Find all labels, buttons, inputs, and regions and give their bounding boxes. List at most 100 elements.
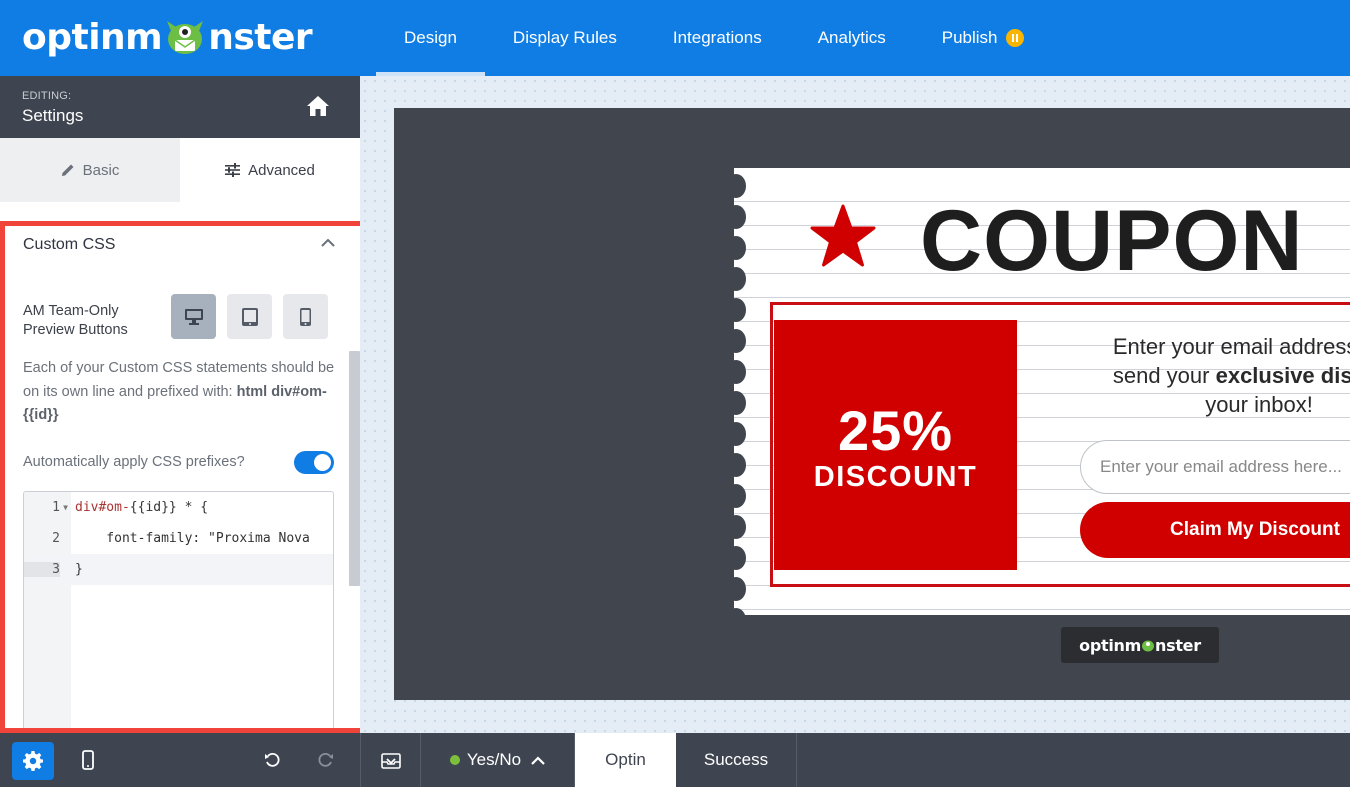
coupon-card[interactable]: COUPON 25% DISCOUNT Enter your email add… xyxy=(734,168,1350,615)
section-title: Custom CSS xyxy=(23,236,116,253)
nav-tab-publish[interactable]: Publish xyxy=(914,0,1052,76)
editing-label: EDITING: xyxy=(22,90,72,102)
code-text: div#om-{{id}} * { xyxy=(71,500,208,515)
tab-basic[interactable]: Basic xyxy=(0,138,180,202)
optin-tab-label: Optin xyxy=(605,750,646,769)
home-icon[interactable] xyxy=(306,95,330,117)
custom-css-panel: Custom CSS AM Team-Only Preview Buttons … xyxy=(0,221,370,733)
pause-status-icon xyxy=(1005,29,1024,47)
email-input[interactable]: Enter your email address here... xyxy=(1080,440,1350,494)
desktop-icon xyxy=(184,308,203,325)
nav-tab-label: Design xyxy=(404,28,457,47)
main-nav: Design Display Rules Integrations Analyt… xyxy=(376,0,1052,76)
save-view-button[interactable] xyxy=(361,733,420,787)
pencil-icon xyxy=(61,164,74,176)
nav-tab-label: Publish xyxy=(941,28,998,47)
code-line[interactable]: 2 font-family: "Proxima Nova xyxy=(24,523,333,554)
nav-tab-label: Analytics xyxy=(817,28,886,47)
coupon-title[interactable]: COUPON xyxy=(920,192,1303,291)
tablet-icon xyxy=(241,307,258,326)
scrollbar-thumb[interactable] xyxy=(349,351,360,586)
offer-line-2-text: send your xyxy=(1112,363,1216,388)
preview-buttons-label: AM Team-Only Preview Buttons xyxy=(23,303,128,338)
active-status-dot xyxy=(449,755,460,765)
line-number: 2 xyxy=(52,531,60,546)
discount-word: DISCOUNT xyxy=(813,461,978,493)
yes-no-label: Yes/No xyxy=(466,750,522,769)
tablet-preview-button[interactable] xyxy=(227,294,272,339)
success-tab-label: Success xyxy=(703,750,769,769)
sliders-icon xyxy=(225,163,241,177)
optinmonster-logo[interactable]: optinm nster xyxy=(22,16,313,58)
code-line[interactable]: 1 ▼ div#om-{{id}} * { xyxy=(24,492,333,523)
chevron-up-icon[interactable] xyxy=(321,238,335,248)
nav-tab-label: Display Rules xyxy=(512,28,617,47)
monster-logo-icon xyxy=(163,17,207,57)
monster-badge-icon xyxy=(1142,640,1155,651)
claim-button-label: Claim My Discount xyxy=(1170,519,1340,540)
tab-optin[interactable]: Optin xyxy=(575,733,676,787)
mobile-icon xyxy=(300,307,311,326)
offer-line-3: your inbox! xyxy=(1205,392,1313,417)
panel-scrollbar[interactable] xyxy=(349,226,360,728)
logo-text-left: optinm xyxy=(22,16,163,58)
offer-text[interactable]: Enter your email address belo send your … xyxy=(1034,332,1350,419)
bottom-toolbar: Yes/No Optin Success xyxy=(0,733,1350,787)
claim-discount-button[interactable]: Claim My Discount xyxy=(1080,502,1350,558)
code-line-active[interactable]: 3 } xyxy=(24,554,333,585)
nav-tab-integrations[interactable]: Integrations xyxy=(645,0,790,76)
campaign-stage: COUPON 25% DISCOUNT Enter your email add… xyxy=(394,108,1350,700)
badge-text-left: optinm xyxy=(1079,635,1142,655)
auto-prefix-toggle[interactable] xyxy=(294,451,334,474)
redo-icon xyxy=(318,752,333,767)
fold-arrow-icon[interactable]: ▼ xyxy=(60,503,71,512)
code-rest: {{id}} * { xyxy=(129,500,209,515)
nav-tab-label: Integrations xyxy=(672,28,762,47)
nav-tab-display-rules[interactable]: Display Rules xyxy=(485,0,645,76)
tab-success[interactable]: Success xyxy=(676,733,797,787)
tab-advanced-label: Advanced xyxy=(248,161,315,179)
mode-tabs: Basic Advanced xyxy=(0,138,360,202)
auto-prefix-label: Automatically apply CSS prefixes? xyxy=(23,454,245,470)
css-description: Each of your Custom CSS statements shoul… xyxy=(23,357,339,428)
undo-button[interactable] xyxy=(258,733,286,787)
logo-text-right: nster xyxy=(208,16,313,58)
top-bar: optinm nster Design Display Rules Integr… xyxy=(0,0,1350,76)
yes-no-view-toggle[interactable]: Yes/No xyxy=(421,733,574,787)
tab-basic-label: Basic xyxy=(82,161,120,179)
inbox-download-icon xyxy=(380,753,401,769)
design-canvas: COUPON 25% DISCOUNT Enter your email add… xyxy=(360,76,1350,733)
email-placeholder: Enter your email address here... xyxy=(1100,457,1342,476)
offer-line-2: send your exclusive discoun xyxy=(1034,361,1350,390)
discount-percent: 25% xyxy=(837,399,954,462)
settings-button[interactable] xyxy=(12,742,54,780)
mobile-icon xyxy=(82,750,94,770)
undo-icon xyxy=(265,752,280,767)
css-code-editor[interactable]: 1 ▼ div#om-{{id}} * { 2 font-family: "Pr… xyxy=(23,491,334,728)
star-icon xyxy=(810,204,876,267)
desktop-preview-button[interactable] xyxy=(171,294,216,339)
code-selector: div xyxy=(75,500,99,515)
nav-tab-design[interactable]: Design xyxy=(376,0,485,76)
gear-icon xyxy=(23,751,43,771)
notebook-holes xyxy=(734,168,746,615)
nav-tab-analytics[interactable]: Analytics xyxy=(790,0,914,76)
editing-header: EDITING: Settings xyxy=(0,76,360,138)
editing-title: Settings xyxy=(22,106,84,125)
powered-by-badge[interactable]: optinm nster xyxy=(1061,627,1219,663)
badge-text-right: nster xyxy=(1155,635,1201,655)
offer-line-2-bold: exclusive discoun xyxy=(1215,363,1350,388)
settings-sidebar: EDITING: Settings Basic Advanced Custom … xyxy=(0,76,370,733)
line-number: 3 xyxy=(24,562,60,577)
redo-button[interactable] xyxy=(312,733,340,787)
code-text: } xyxy=(75,562,83,577)
code-id: #om- xyxy=(98,500,130,515)
mobile-view-button[interactable] xyxy=(72,733,104,787)
tab-advanced[interactable]: Advanced xyxy=(180,138,360,202)
code-text: font-family: "Proxima Nova xyxy=(75,531,310,546)
offer-line-1: Enter your email address belo xyxy=(1112,334,1350,359)
mobile-preview-button[interactable] xyxy=(283,294,328,339)
line-number: 1 xyxy=(52,500,60,515)
discount-box[interactable]: 25% DISCOUNT xyxy=(774,320,1017,570)
chevron-up-icon xyxy=(531,755,545,765)
